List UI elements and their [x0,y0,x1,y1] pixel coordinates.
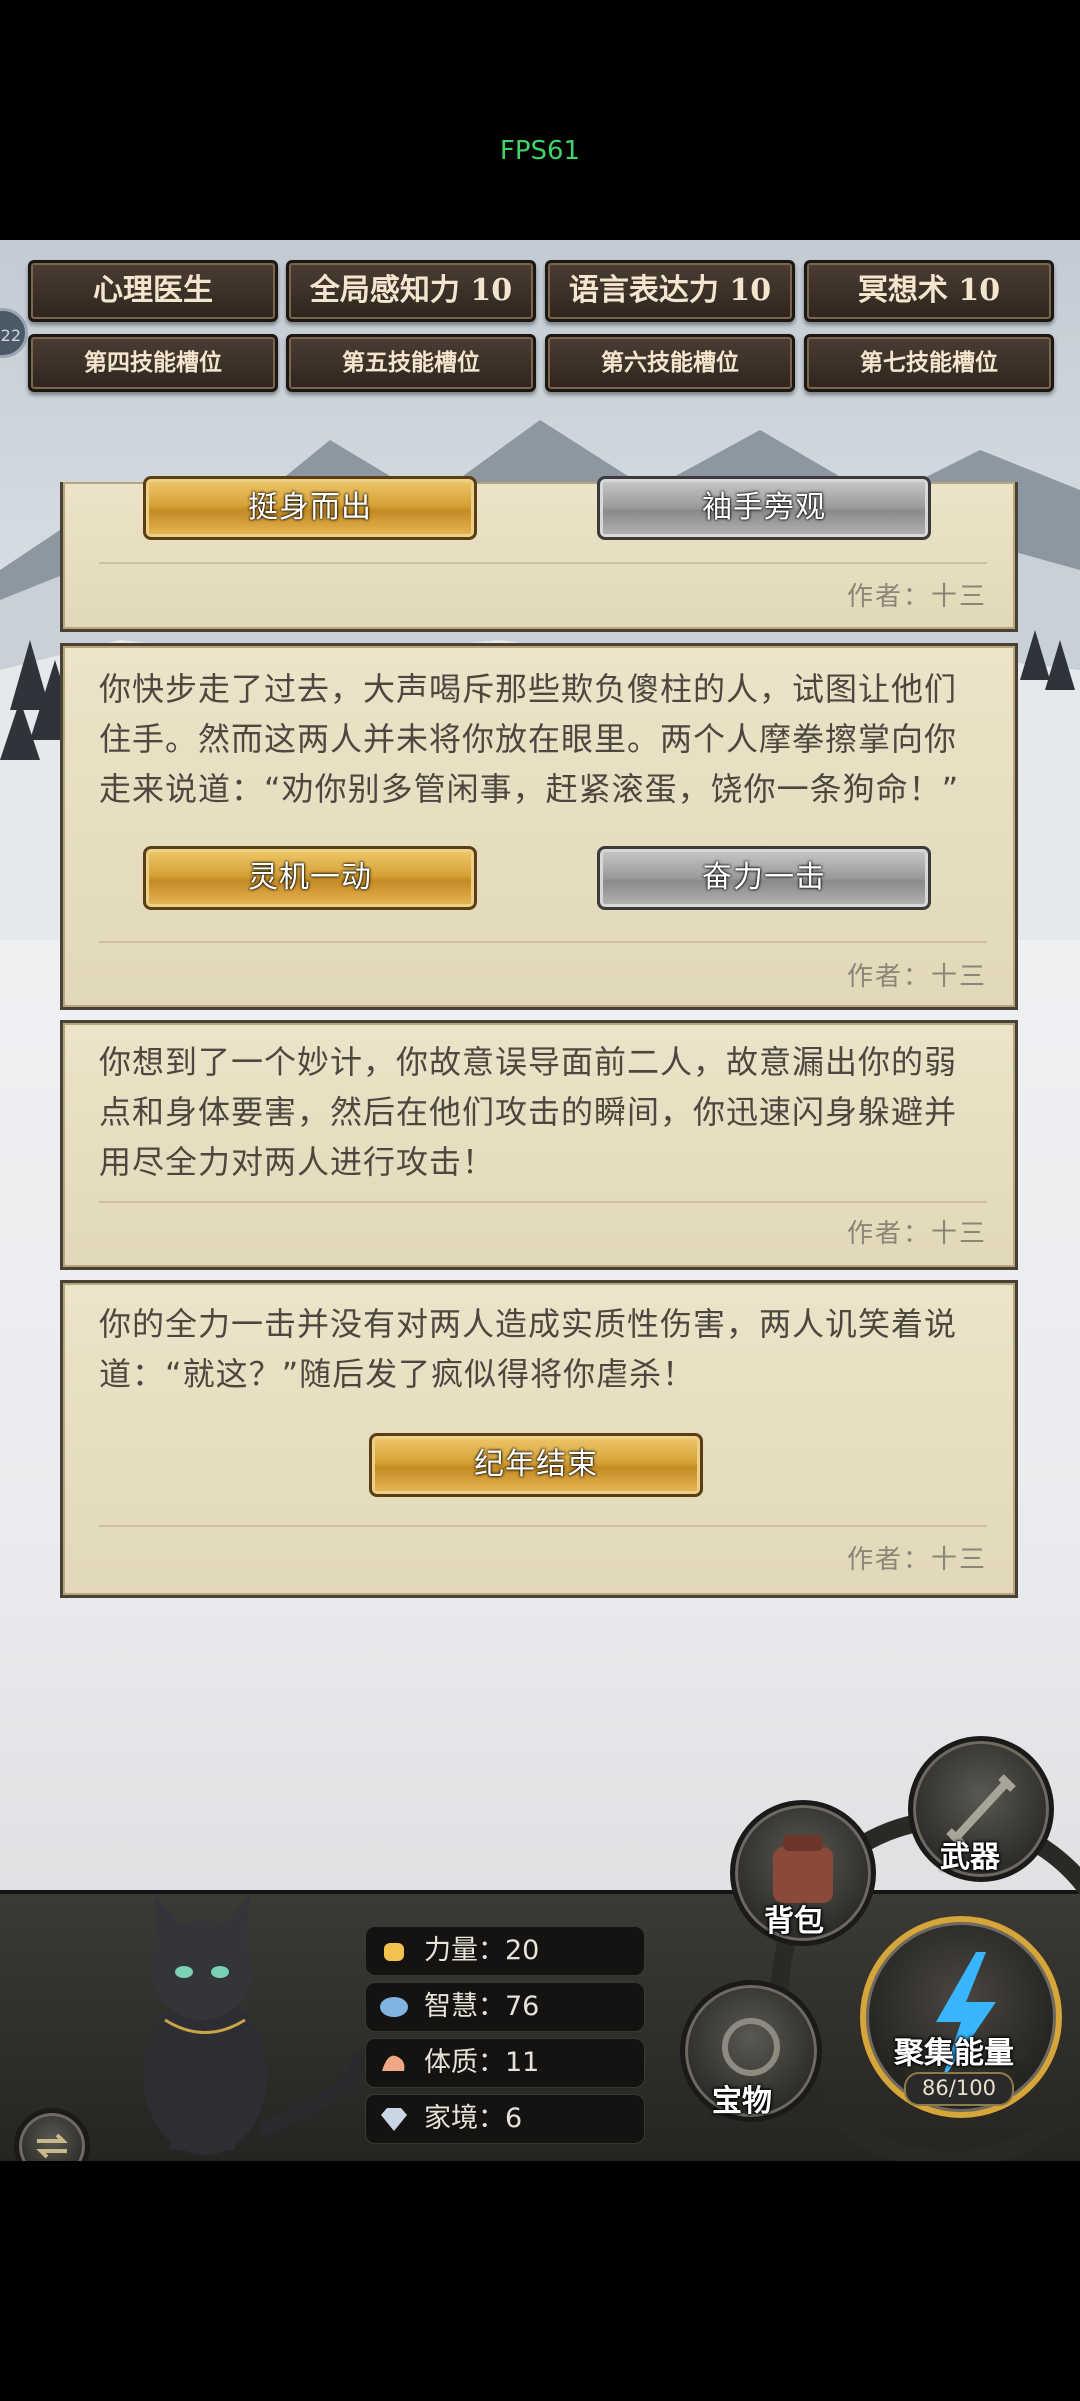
skill-slot-6[interactable]: 第五技能槽位 [286,334,536,392]
stat-wisdom: 智慧：76 [365,1982,645,2032]
skill-slot-3[interactable]: 语言表达力 10 [545,260,795,322]
backpack-label: 背包 [764,1904,824,1939]
diamond-icon [381,2108,407,2131]
energy-counter: 86/100 [904,2072,1014,2106]
choice-button-stand-by[interactable]: 袖手旁观 [597,476,931,540]
fist-icon [384,1943,404,1961]
choice-button-clever-idea[interactable]: 灵机一动 [143,846,477,910]
story-text: 你快步走了过去，大声喝斥那些欺负傻柱的人，试图让他们住手。然而这两人并未将你放在… [99,670,960,808]
skill-slot-1[interactable]: 心理医生 [28,260,278,322]
story-card-3: 你想到了一个妙计，你故意误导面前二人，故意漏出你的弱点和身体要害，然后在他们攻击… [60,1020,1018,1270]
skill-slot-7[interactable]: 第六技能槽位 [545,334,795,392]
brain-icon [380,1997,408,2017]
skill-slot-2[interactable]: 全局感知力 10 [286,260,536,322]
stat-constitution: 体质：11 [365,2038,645,2088]
card-divider [99,1525,987,1527]
card-author: 作者：十三 [846,962,987,992]
choice-button-strike[interactable]: 奋力一击 [597,846,931,910]
gather-energy-label: 聚集能量 [894,2036,1014,2071]
black-cat-avatar [143,1895,367,2155]
story-card-2: 你快步走了过去，大声喝斥那些欺负傻柱的人，试图让他们住手。然而这两人并未将你放在… [60,643,1018,1010]
skill-bar: 22 心理医生 全局感知力 10 语言表达力 10 冥想术 10 第四技能槽位 … [0,240,1080,400]
stat-strength: 力量：20 [365,1926,645,1976]
card-author: 作者：十三 [846,1545,987,1575]
card-divider [99,1201,987,1203]
weapon-label: 武器 [940,1840,1000,1875]
level-badge[interactable]: 22 [0,308,28,358]
chronicle-end-button[interactable]: 纪年结束 [369,1433,703,1497]
story-text: 你想到了一个妙计，你故意误导面前二人，故意漏出你的弱点和身体要害，然后在他们攻击… [99,1043,958,1181]
story-text: 你的全力一击并没有对两人造成实质性伤害，两人讥笑着说道：“就这？”随后发了疯似得… [99,1305,958,1393]
swap-icon [36,2133,68,2159]
muscle-icon [382,2055,405,2071]
card-divider [99,562,987,564]
swap-button[interactable] [14,2108,90,2161]
story-card-1: 挺身而出 袖手旁观 作者：十三 [60,476,1018,632]
card-author: 作者：十三 [846,1219,987,1249]
stat-family: 家境：6 [365,2094,645,2144]
choice-button-stand-out[interactable]: 挺身而出 [143,476,477,540]
skill-slot-4[interactable]: 冥想术 10 [804,260,1054,322]
story-card-4: 你的全力一击并没有对两人造成实质性伤害，两人讥笑着说道：“就这？”随后发了疯似得… [60,1280,1018,1598]
game-scene: 22 心理医生 全局感知力 10 语言表达力 10 冥想术 10 第四技能槽位 … [0,240,1080,2161]
card-divider [99,941,987,943]
skill-slot-8[interactable]: 第七技能槽位 [804,334,1054,392]
treasure-label: 宝物 [712,2084,772,2119]
skill-slot-5[interactable]: 第四技能槽位 [28,334,278,392]
card-author: 作者：十三 [846,582,987,612]
fps-counter: FPS61 [499,136,581,166]
